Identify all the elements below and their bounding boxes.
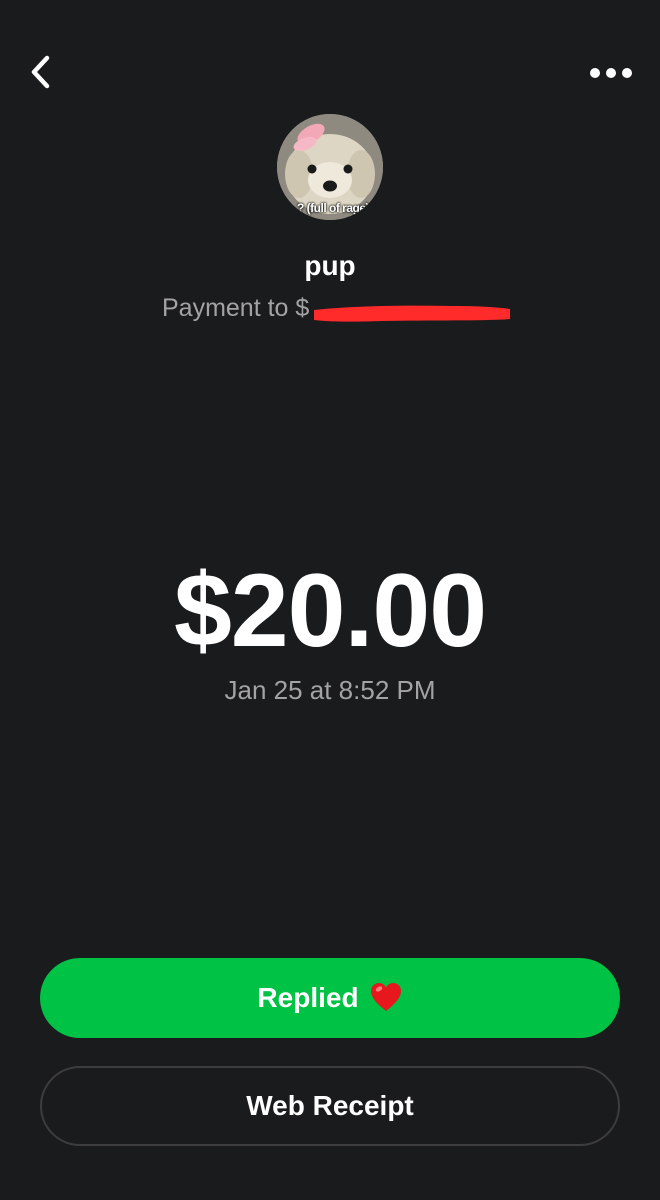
recipient-name: pup [304,250,356,281]
more-options-button[interactable] [586,56,636,90]
chevron-left-icon [31,55,50,89]
payment-amount: $20.00 [173,553,487,669]
avatar[interactable]: ? (full of rage) [277,114,383,220]
avatar-caption: ? (full of rage) [297,201,370,215]
replied-label: Replied [257,982,359,1013]
more-horizontal-icon [590,68,632,78]
web-receipt-button[interactable]: Web Receipt [40,1066,620,1146]
payment-detail-screen: ? (full of rage) pup Payment to $ $20.00… [0,0,660,1200]
web-receipt-label: Web Receipt [246,1090,414,1121]
payment-timestamp: Jan 25 at 8:52 PM [224,675,436,705]
payment-subtitle: Payment to $ [162,294,310,322]
back-button[interactable] [18,50,62,94]
redaction-mark [314,305,510,322]
red-heart-icon [370,983,401,1011]
replied-button[interactable]: Replied [40,958,620,1038]
